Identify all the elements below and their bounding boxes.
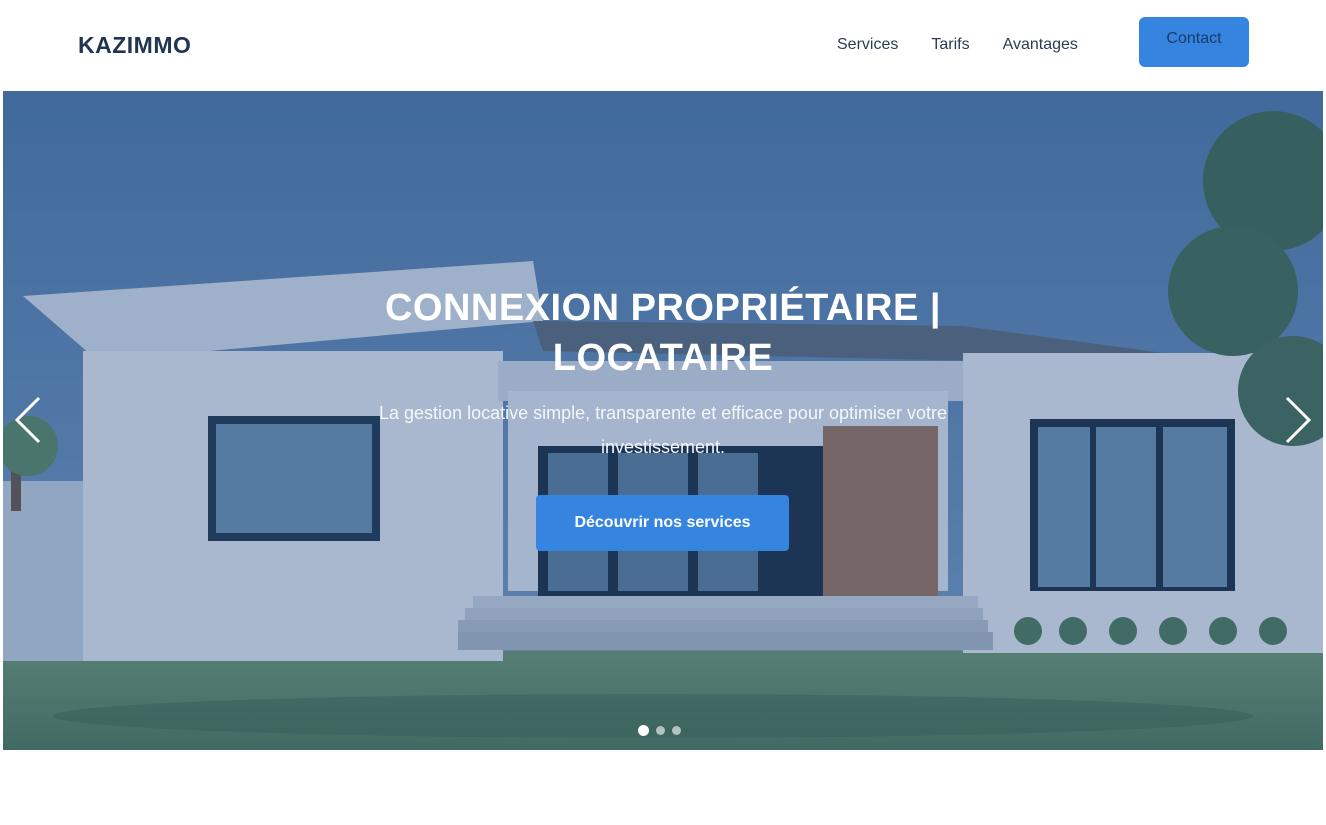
hero-subtitle-line2: investissement.: [600, 437, 726, 457]
hero-title-line2: LOCATAIRE: [552, 337, 774, 379]
main-nav: Services Tarifs Avantages: [837, 0, 1078, 90]
carousel-indicators: [638, 725, 688, 736]
hero-title-line1: CONNEXION PROPRIÉTAIRE |: [384, 287, 942, 329]
chevron-right-icon: [1285, 396, 1312, 444]
carousel-next-button[interactable]: [1281, 392, 1317, 448]
hero-carousel: CONNEXION PROPRIÉTAIRE | LOCATAIRE La ge…: [3, 91, 1323, 750]
carousel-dot-3[interactable]: [672, 726, 681, 735]
site-logo[interactable]: KAZIMMO: [78, 32, 191, 59]
nav-link-services[interactable]: Services: [837, 36, 898, 54]
hero-subtitle: La gestion locative simple, transparente…: [263, 396, 1063, 464]
carousel-prev-button[interactable]: [9, 392, 45, 448]
nav-link-tarifs[interactable]: Tarifs: [931, 36, 969, 54]
nav-link-avantages[interactable]: Avantages: [1003, 36, 1078, 54]
carousel-dot-1[interactable]: [638, 725, 649, 736]
contact-button[interactable]: Contact: [1139, 17, 1249, 67]
hero-title: CONNEXION PROPRIÉTAIRE | LOCATAIRE: [263, 283, 1063, 383]
hero-subtitle-line1: La gestion locative simple, transparente…: [379, 403, 947, 423]
carousel-dot-2[interactable]: [656, 726, 665, 735]
site-header: KAZIMMO Services Tarifs Avantages Contac…: [0, 0, 1326, 90]
discover-services-button[interactable]: Découvrir nos services: [536, 495, 789, 551]
chevron-left-icon: [14, 396, 41, 444]
